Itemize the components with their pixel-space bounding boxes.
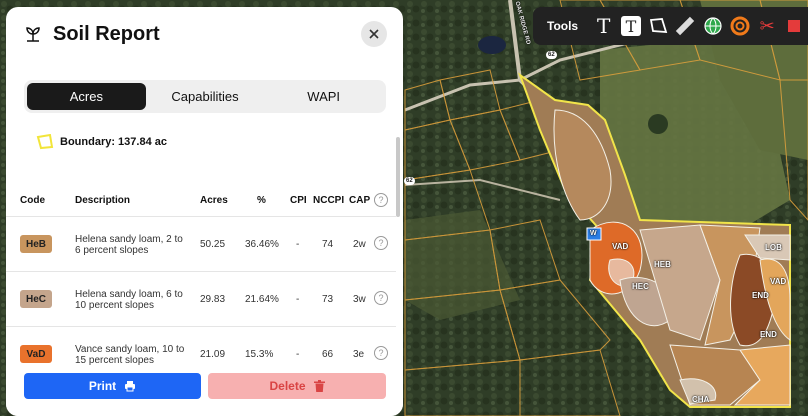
cap-value: 2w (353, 239, 366, 250)
soil-label: END (752, 291, 769, 300)
delete-label: Delete (269, 379, 306, 393)
globe-tool-icon[interactable] (699, 12, 726, 40)
panel-title: Soil Report (53, 23, 160, 45)
tools-label: Tools (547, 19, 579, 33)
close-button[interactable] (361, 21, 387, 47)
layers-tool-icon[interactable] (781, 12, 808, 40)
column-header: CAP (349, 195, 371, 206)
soil-label: LOB (765, 243, 782, 252)
polygon-tool-icon[interactable] (645, 12, 672, 40)
panel-scrollbar[interactable] (396, 137, 400, 217)
column-header: NCCPI (313, 195, 345, 206)
column-header: CPI (290, 195, 307, 206)
road-marker: 62 (404, 177, 415, 185)
cap-value: 3w (353, 294, 366, 305)
panel-footer: Print Delete (6, 367, 403, 416)
help-icon[interactable]: ? (374, 193, 388, 207)
soil-label: END (760, 330, 777, 339)
nccpi-value: 73 (322, 294, 334, 305)
soil-description: Helena sandy loam, 2 to 6 percent slopes (75, 234, 183, 256)
table-row: HeB Helena sandy loam, 2 to 6 percent sl… (6, 217, 396, 272)
scissors-tool-icon[interactable]: ✂ (754, 12, 781, 40)
printer-icon (125, 381, 136, 392)
tab-acres[interactable]: Acres (27, 83, 146, 110)
tab-wapi[interactable]: WAPI (264, 83, 383, 110)
boundary-polygon-icon (36, 134, 54, 150)
tools-toolbar: Tools T T ✂ (533, 7, 808, 45)
nccpi-value: 74 (322, 239, 334, 250)
text-box-tool-icon[interactable]: T (617, 12, 644, 40)
column-header: % (257, 195, 266, 206)
buffer-ring-tool-icon[interactable] (726, 12, 753, 40)
delete-button[interactable]: Delete (208, 373, 386, 399)
print-label: Print (88, 379, 117, 393)
percent-value: 21.64% (245, 294, 279, 305)
tab-capabilities[interactable]: Capabilities (146, 83, 265, 110)
soil-label: VAD (770, 277, 787, 286)
plant-icon (24, 25, 42, 48)
cpi-value: - (296, 349, 300, 360)
help-icon[interactable]: ? (374, 346, 388, 360)
soil-report-panel: Soil Report Acres Capabilities WAPI Boun… (6, 7, 403, 416)
column-header: Code (20, 195, 45, 206)
soil-label: HEC (632, 282, 649, 291)
percent-value: 36.46% (245, 239, 279, 250)
nccpi-value: 66 (322, 349, 334, 360)
soil-code-badge: VaD (20, 345, 52, 363)
boundary-text: Boundary: 137.84 ac (60, 136, 167, 148)
acres-value: 29.83 (200, 294, 226, 305)
trash-icon (313, 380, 325, 392)
cap-value: 3e (353, 349, 365, 360)
soil-label: W (590, 230, 597, 237)
soil-label: HEB (654, 260, 671, 269)
table-row: HeC Helena sandy loam, 6 to 10 percent s… (6, 272, 396, 327)
report-tabs: Acres Capabilities WAPI (24, 80, 386, 113)
road-marker: 62 (546, 51, 557, 59)
text-tool-icon[interactable]: T (590, 12, 617, 40)
cpi-value: - (296, 239, 300, 250)
soil-label: CHA (692, 395, 710, 404)
acres-value: 50.25 (200, 239, 226, 250)
soil-description: Helena sandy loam, 6 to 10 percent slope… (75, 289, 183, 311)
help-icon[interactable]: ? (374, 291, 388, 305)
percent-value: 15.3% (245, 349, 274, 360)
ruler-tool-icon[interactable] (672, 12, 699, 40)
soil-description: Vance sandy loam, 10 to 15 percent slope… (75, 344, 185, 366)
boundary-info: Boundary: 137.84 ac (36, 134, 167, 150)
column-header: Acres (200, 195, 228, 206)
close-icon (369, 29, 379, 39)
help-icon[interactable]: ? (374, 236, 388, 250)
acres-value: 21.09 (200, 349, 226, 360)
print-button[interactable]: Print (24, 373, 201, 399)
cpi-value: - (296, 294, 300, 305)
panel-header: Soil Report (6, 7, 403, 63)
soil-code-badge: HeB (20, 235, 52, 253)
table-header: Code Description Acres % CPI NCCPI CAP ? (6, 187, 396, 217)
soil-code-badge: HeC (20, 290, 52, 308)
soil-label: VAD (612, 242, 629, 251)
column-header: Description (75, 195, 131, 206)
